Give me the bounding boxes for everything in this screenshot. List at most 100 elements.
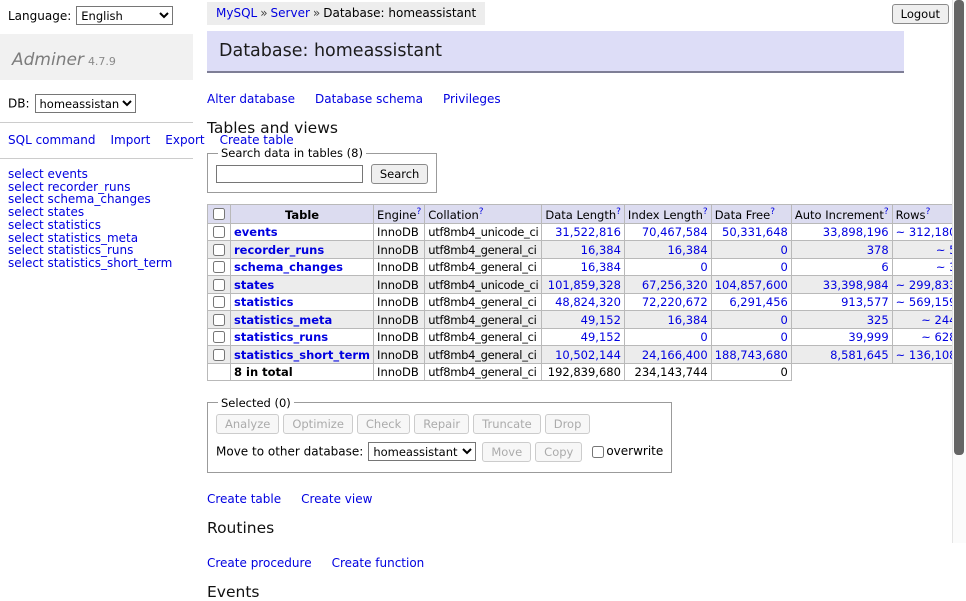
index-length-link[interactable]: 67,256,320 (642, 278, 708, 292)
column-help-link[interactable]: ? (926, 207, 931, 217)
database-action-link[interactable]: Alter database (207, 92, 295, 106)
data-length-link[interactable]: 49,152 (581, 313, 621, 327)
auto-increment-cell: 325 (791, 311, 892, 329)
row-checkbox[interactable] (213, 314, 225, 326)
sidebar-select-table-link[interactable]: select events (8, 168, 185, 181)
column-help-link[interactable]: ? (770, 207, 775, 217)
engine-cell: InnoDB (374, 258, 425, 276)
selected-fieldset: Selected (0) AnalyzeOptimizeCheckRepairT… (207, 396, 672, 473)
row-checkbox[interactable] (213, 331, 225, 343)
row-checkbox[interactable] (213, 226, 225, 238)
row-check-cell (208, 311, 231, 329)
table-row: recorder_runs InnoDB utf8mb4_general_ci … (208, 241, 966, 259)
data-length-link[interactable]: 48,824,320 (555, 295, 621, 309)
data-length-link[interactable]: 31,522,816 (555, 225, 621, 239)
sidebar-select-table-link[interactable]: select statistics (8, 219, 185, 232)
auto-increment-link[interactable]: 913,577 (841, 295, 889, 309)
row-checkbox[interactable] (213, 349, 225, 361)
auto-increment-cell: 913,577 (791, 293, 892, 311)
overwrite-checkbox[interactable] (592, 446, 604, 458)
row-checkbox[interactable] (213, 279, 225, 291)
data-length-link[interactable]: 16,384 (581, 260, 621, 274)
column-label: Table (285, 208, 319, 222)
table-name-link[interactable]: statistics (234, 295, 294, 309)
column-help-link[interactable]: ? (616, 207, 621, 217)
data-free-link[interactable]: 0 (781, 243, 788, 257)
routine-create-link[interactable]: Create function (332, 556, 425, 570)
sidebar-action-link[interactable]: Import (110, 133, 150, 147)
rows-link[interactable]: ~ 569,159 (896, 295, 957, 309)
table-name-link[interactable]: statistics_short_term (234, 348, 370, 362)
index-length-link[interactable]: 0 (700, 330, 707, 344)
routine-create-link[interactable]: Create procedure (207, 556, 312, 570)
db-select[interactable]: homeassistant (35, 94, 136, 113)
column-help-link[interactable]: ? (479, 207, 484, 217)
auto-increment-cell: 8,581,645 (791, 346, 892, 364)
row-checkbox[interactable] (213, 244, 225, 256)
index-length-cell: 72,220,672 (624, 293, 711, 311)
rows-link[interactable]: ~ 136,108 (896, 348, 957, 362)
row-checkbox[interactable] (213, 296, 225, 308)
data-free-link[interactable]: 0 (781, 313, 788, 327)
total-index-length-cell: 234,143,744 (624, 363, 711, 380)
engine-cell: InnoDB (374, 328, 425, 346)
scrollbar-thumb[interactable] (954, 0, 964, 455)
row-checkbox[interactable] (213, 261, 225, 273)
scrollbar-track[interactable] (952, 0, 966, 543)
data-free-link[interactable]: 188,743,680 (715, 348, 788, 362)
auto-increment-link[interactable]: 378 (867, 243, 889, 257)
auto-increment-link[interactable]: 325 (867, 313, 889, 327)
data-length-link[interactable]: 10,502,144 (555, 348, 621, 362)
sidebar-action-link[interactable]: Export (165, 133, 204, 147)
data-free-link[interactable]: 6,291,456 (729, 295, 788, 309)
auto-increment-link[interactable]: 8,581,645 (830, 348, 889, 362)
index-length-link[interactable]: 16,384 (667, 313, 707, 327)
index-length-link[interactable]: 72,220,672 (642, 295, 708, 309)
column-help-link[interactable]: ? (416, 207, 421, 217)
data-free-link[interactable]: 50,331,648 (722, 225, 788, 239)
index-length-link[interactable]: 16,384 (667, 243, 707, 257)
column-help-link[interactable]: ? (884, 207, 889, 217)
auto-increment-link[interactable]: 33,398,984 (823, 278, 889, 292)
search-button[interactable]: Search (371, 164, 429, 184)
breadcrumb-server-link[interactable]: Server (271, 6, 310, 20)
index-length-link[interactable]: 70,467,584 (642, 225, 708, 239)
table-name-link[interactable]: states (234, 278, 274, 292)
rows-link[interactable]: ~ 312,180 (896, 225, 957, 239)
sidebar-select-table-link[interactable]: select states (8, 206, 185, 219)
data-free-link[interactable]: 0 (781, 330, 788, 344)
move-database-select[interactable]: homeassistant (368, 442, 476, 461)
data-length-link[interactable]: 101,859,328 (548, 278, 621, 292)
auto-increment-link[interactable]: 39,999 (848, 330, 888, 344)
breadcrumb-current: Database: homeassistant (323, 6, 476, 20)
selected-action-button: Drop (545, 414, 591, 434)
database-action-link[interactable]: Privileges (443, 92, 501, 106)
breadcrumb-separator: » (260, 6, 267, 20)
rows-link[interactable]: ~ 299,833 (896, 278, 957, 292)
data-length-link[interactable]: 16,384 (581, 243, 621, 257)
auto-increment-link[interactable]: 33,898,196 (823, 225, 889, 239)
table-name-link[interactable]: schema_changes (234, 260, 343, 274)
sidebar-action-link[interactable]: SQL command (8, 133, 95, 147)
data-free-link[interactable]: 104,857,600 (715, 278, 788, 292)
language-select[interactable]: English (76, 6, 173, 25)
table-name-link[interactable]: statistics_meta (234, 313, 332, 327)
index-length-link[interactable]: 0 (700, 260, 707, 274)
column-help-link[interactable]: ? (703, 207, 708, 217)
data-length-link[interactable]: 49,152 (581, 330, 621, 344)
create-link[interactable]: Create table (207, 492, 281, 506)
select-all-checkbox[interactable] (213, 208, 225, 220)
auto-increment-link[interactable]: 6 (881, 260, 888, 274)
create-link[interactable]: Create view (301, 492, 372, 506)
database-action-link[interactable]: Database schema (315, 92, 423, 106)
breadcrumb-mysql-link[interactable]: MySQL (216, 6, 257, 20)
index-length-link[interactable]: 24,166,400 (642, 348, 708, 362)
data-free-link[interactable]: 0 (781, 260, 788, 274)
table-name-link[interactable]: statistics_runs (234, 330, 328, 344)
search-input[interactable] (216, 165, 363, 183)
table-row: schema_changes InnoDB utf8mb4_general_ci… (208, 258, 966, 276)
table-name-link[interactable]: events (234, 225, 278, 239)
column-label: Collation (428, 208, 479, 222)
table-name-link[interactable]: recorder_runs (234, 243, 324, 257)
sidebar-select-table-link[interactable]: select statistics_short_term (8, 257, 185, 270)
